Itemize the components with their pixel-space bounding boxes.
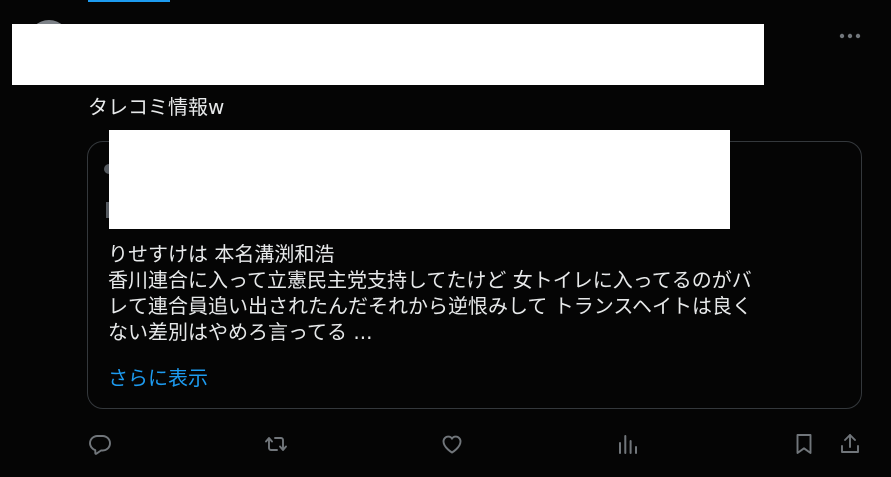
post-text: タレコミ情報w (88, 95, 225, 119)
show-more-link[interactable]: さらに表示 (108, 365, 208, 391)
like-button[interactable] (438, 430, 466, 458)
more-horizontal-icon (839, 33, 861, 39)
quoted-line-3: レて連合員追い出されたんだそれから逆恨みして トランスヘイトは良く (108, 294, 752, 318)
quoted-post-card[interactable]: りせすけは 本名溝渕和浩 香川連合に入って立憲民主党支持してたけど 女トイレに入… (87, 130, 862, 409)
views-icon (619, 435, 637, 454)
like-icon (442, 435, 462, 454)
share-button[interactable] (836, 430, 864, 458)
bookmark-icon (796, 434, 812, 454)
bookmark-button[interactable] (790, 430, 818, 458)
repost-button[interactable] (262, 430, 290, 458)
quoted-line-1: りせすけは 本名溝渕和浩 (108, 242, 335, 266)
views-button[interactable] (614, 430, 642, 458)
more-options-button[interactable] (836, 26, 864, 46)
share-icon (841, 434, 859, 453)
repost-icon (265, 437, 287, 451)
quoted-line-4: ない差別はやめろ言ってる ... (108, 320, 373, 344)
quoted-line-2: 香川連合に入って立憲民主党支持してたけど 女トイレに入ってるのがバ (108, 268, 752, 292)
top-accent-bar (88, 0, 170, 2)
quoted-post-text: りせすけは 本名溝渕和浩 香川連合に入って立憲民主党支持してたけど 女トイレに入… (108, 241, 843, 345)
reply-button[interactable] (86, 430, 114, 458)
redacted-author-header (12, 24, 764, 85)
redacted-quoted-header (109, 130, 730, 229)
reply-icon (89, 435, 111, 455)
